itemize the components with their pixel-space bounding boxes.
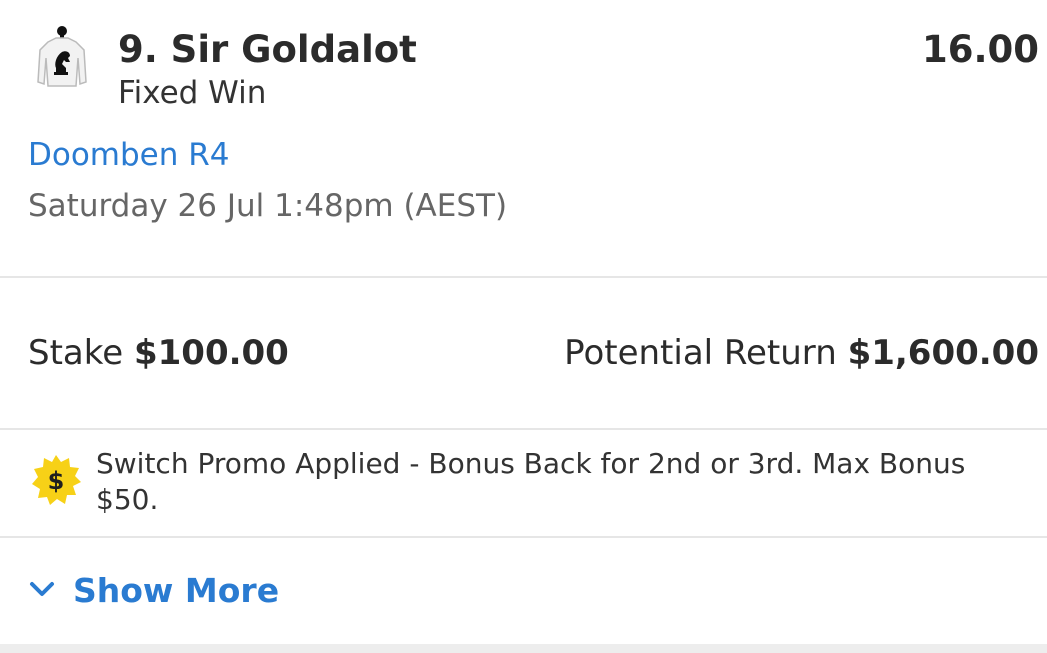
selection-header: 9. Sir Goldalot Fixed Win 16.00 Doomben … (0, 0, 1047, 276)
bet-type: Fixed Win (118, 75, 267, 111)
stake-row: Stake $100.00 Potential Return $1,600.00 (0, 278, 1047, 428)
dollar-badge-icon: $ (30, 454, 82, 506)
promo-text: Switch Promo Applied - Bonus Back for 2n… (96, 447, 966, 516)
race-time: Saturday 26 Jul 1:48pm (AEST) (28, 188, 508, 224)
runner-name: 9. Sir Goldalot (118, 28, 417, 71)
race-link[interactable]: Doomben R4 (28, 134, 230, 176)
show-more-button[interactable]: Show More (73, 569, 279, 613)
chevron-down-icon[interactable] (28, 578, 56, 602)
potential-return-value: $1,600.00 (847, 333, 1039, 373)
bottom-band (0, 644, 1047, 653)
stake-label: Stake (28, 333, 124, 373)
jockey-silks-icon (36, 24, 88, 96)
svg-text:$: $ (48, 467, 65, 495)
stake-value: $100.00 (133, 333, 289, 373)
potential-return-label: Potential Return (564, 333, 837, 373)
stake: Stake $100.00 (28, 330, 289, 376)
potential-return: Potential Return $1,600.00 (564, 330, 1039, 376)
odds-value: 16.00 (921, 28, 1039, 71)
bet-slip-card: 9. Sir Goldalot Fixed Win 16.00 Doomben … (0, 0, 1047, 653)
show-more-row[interactable]: Show More (0, 538, 1047, 644)
promo-row: $ Switch Promo Applied - Bonus Back for … (0, 430, 1047, 536)
